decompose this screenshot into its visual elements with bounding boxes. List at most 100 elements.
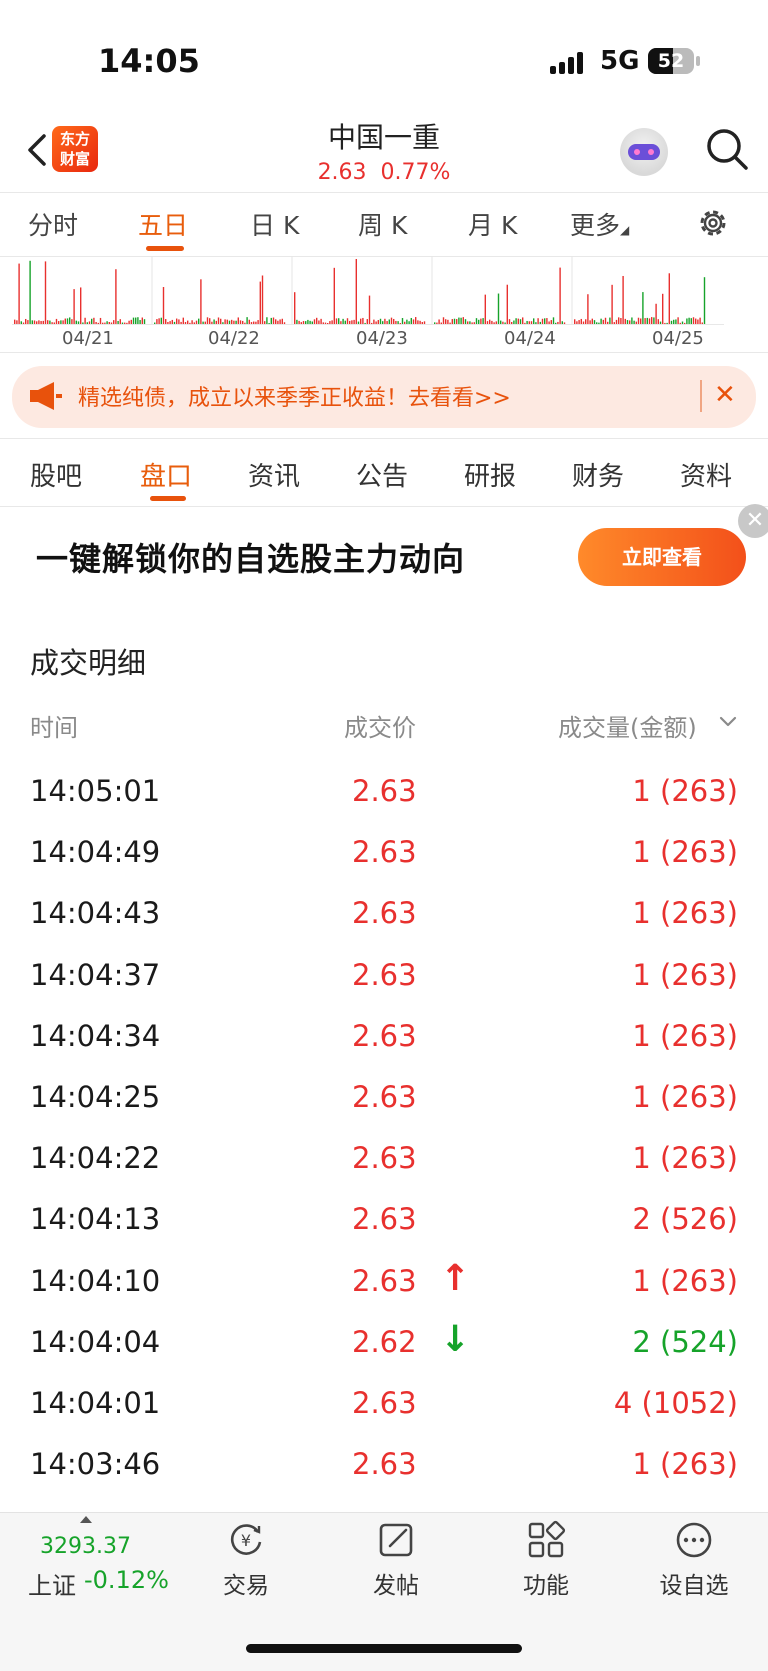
column-header-price: 成交价 — [344, 714, 416, 742]
volume-bar — [355, 258, 357, 324]
tab-pankou[interactable]: 盘口 — [140, 456, 192, 493]
volume-bar — [294, 292, 296, 324]
tab-announcements[interactable]: 公告 — [356, 456, 408, 493]
table-row: 14:03:46 2.63 1 (263) — [0, 1447, 768, 1508]
date-label: 04/25 — [652, 328, 704, 349]
table-row: 14:04:22 2.63 1 (263) — [0, 1141, 768, 1202]
volume-bar — [484, 294, 486, 324]
table-row: 14:04:37 2.63 1 (263) — [0, 958, 768, 1019]
column-header-time: 时间 — [30, 714, 78, 742]
tab-more-label: 更多 — [570, 211, 621, 240]
promo-banner-text[interactable]: 精选纯债，成立以来季季正收益！去看看>> — [78, 380, 511, 412]
trade-price: 2.63 — [352, 1263, 417, 1298]
volume-bar — [442, 317, 445, 324]
view-now-button[interactable]: 立即查看 — [578, 528, 746, 586]
trade-icon[interactable]: ¥ — [226, 1520, 266, 1560]
table-row: 14:04:10 2.63 ↑ 1 (263) — [0, 1258, 768, 1325]
table-row: 14:04:13 2.63 2 (526) — [0, 1202, 768, 1263]
more-icon[interactable] — [674, 1520, 714, 1560]
volume-bar — [703, 277, 706, 324]
ad-close-icon[interactable]: ✕ — [738, 504, 768, 538]
tab-news[interactable]: 资讯 — [248, 456, 300, 493]
trade-time: 14:04:34 — [30, 1018, 161, 1053]
volume-bar — [552, 317, 555, 324]
trade-price: 2.63 — [352, 835, 417, 870]
trade-volume: 1 (263) — [632, 896, 738, 931]
trade-price: 2.63 — [352, 1018, 417, 1053]
apps-icon[interactable] — [526, 1520, 566, 1560]
nav-watchlist-label[interactable]: 设自选 — [634, 1566, 754, 1600]
assistant-robot-icon[interactable] — [620, 128, 668, 176]
date-label: 04/23 — [356, 328, 408, 349]
volume-bar — [18, 263, 20, 324]
signal-icon — [550, 50, 590, 74]
chevron-down-icon[interactable] — [718, 712, 738, 732]
trade-time: 14:05:01 — [30, 774, 161, 808]
network-label: 5G — [600, 46, 640, 76]
index-name[interactable]: 上证 — [28, 1566, 76, 1601]
trade-time: 14:04:37 — [30, 957, 161, 992]
post-icon[interactable] — [376, 1520, 416, 1560]
trade-time: 14:04:25 — [30, 1080, 161, 1114]
trade-volume: 4 (1052) — [613, 1386, 738, 1420]
volume-bar — [497, 293, 500, 324]
section-title: 成交明细 — [30, 646, 147, 680]
nav-post-label[interactable]: 发帖 — [336, 1566, 456, 1600]
tab-guba[interactable]: 股吧 — [30, 456, 82, 493]
home-indicator[interactable] — [246, 1644, 522, 1653]
nav-trade-label[interactable]: 交易 — [186, 1566, 306, 1600]
nav-apps-label[interactable]: 功能 — [486, 1566, 606, 1600]
stock-change-pct: 0.77% — [380, 160, 451, 185]
volume-bar — [692, 317, 695, 324]
index-change[interactable]: -0.12% — [84, 1566, 169, 1594]
battery-level: 52 — [657, 50, 685, 72]
tab-profile[interactable]: 资料 — [680, 456, 732, 493]
trade-volume: 2 (524) — [632, 1324, 738, 1359]
trade-volume: 2 (526) — [632, 1202, 738, 1237]
trade-price: 2.63 — [352, 774, 417, 808]
table-row: 14:04:43 2.63 1 (263) — [0, 896, 768, 957]
tab-intraday[interactable]: 分时 — [28, 206, 78, 242]
tab-daily-k[interactable]: 日 K — [250, 206, 299, 242]
volume-bar — [587, 294, 589, 324]
trade-volume: 1 (263) — [632, 774, 738, 808]
tab-more[interactable]: 更多◢ — [570, 206, 629, 242]
volume-bar — [415, 317, 417, 324]
settings-gear-icon[interactable] — [696, 206, 730, 240]
volume-bar — [73, 289, 75, 324]
trade-price: 2.63 — [352, 1447, 417, 1482]
trade-price: 2.63 — [352, 896, 417, 931]
tab-weekly-k[interactable]: 周 K — [358, 206, 407, 242]
volume-bar — [259, 281, 261, 324]
trade-volume: 1 (263) — [632, 1080, 738, 1114]
column-header-volume[interactable]: 成交量(金额) — [558, 708, 697, 743]
trade-price: 2.63 — [352, 1202, 417, 1237]
volume-bar — [651, 317, 653, 324]
tab-five-day[interactable]: 五日 — [138, 206, 188, 242]
volume-bar — [115, 269, 117, 324]
volume-bar — [622, 275, 624, 324]
five-day-volume-chart[interactable] — [12, 256, 724, 324]
trade-price: 2.63 — [352, 957, 417, 992]
index-value[interactable]: 3293.37 — [40, 1534, 131, 1559]
search-icon[interactable] — [704, 126, 750, 172]
tab-research[interactable]: 研报 — [464, 456, 516, 493]
trade-time: 14:03:46 — [30, 1447, 161, 1482]
trade-time: 14:04:04 — [30, 1324, 161, 1359]
volume-bar — [333, 267, 335, 324]
volume-bar — [261, 275, 264, 324]
volume-bar — [29, 260, 31, 324]
banner-close-icon[interactable]: ✕ — [714, 380, 736, 410]
caret-up-icon[interactable] — [80, 1516, 92, 1523]
volume-bar — [80, 287, 82, 324]
volume-bar — [246, 317, 248, 324]
volume-bar — [662, 293, 664, 324]
tab-finance[interactable]: 财务 — [572, 456, 624, 493]
stock-price: 2.63 — [317, 160, 367, 185]
date-label: 04/22 — [208, 328, 260, 349]
ad-headline: 一键解锁你的自选股主力动向 — [36, 540, 466, 578]
date-label: 04/24 — [504, 328, 556, 349]
trade-time: 14:04:10 — [30, 1263, 161, 1298]
tab-monthly-k[interactable]: 月 K — [468, 206, 517, 242]
table-row: 14:04:34 2.63 1 (263) — [0, 1019, 768, 1080]
